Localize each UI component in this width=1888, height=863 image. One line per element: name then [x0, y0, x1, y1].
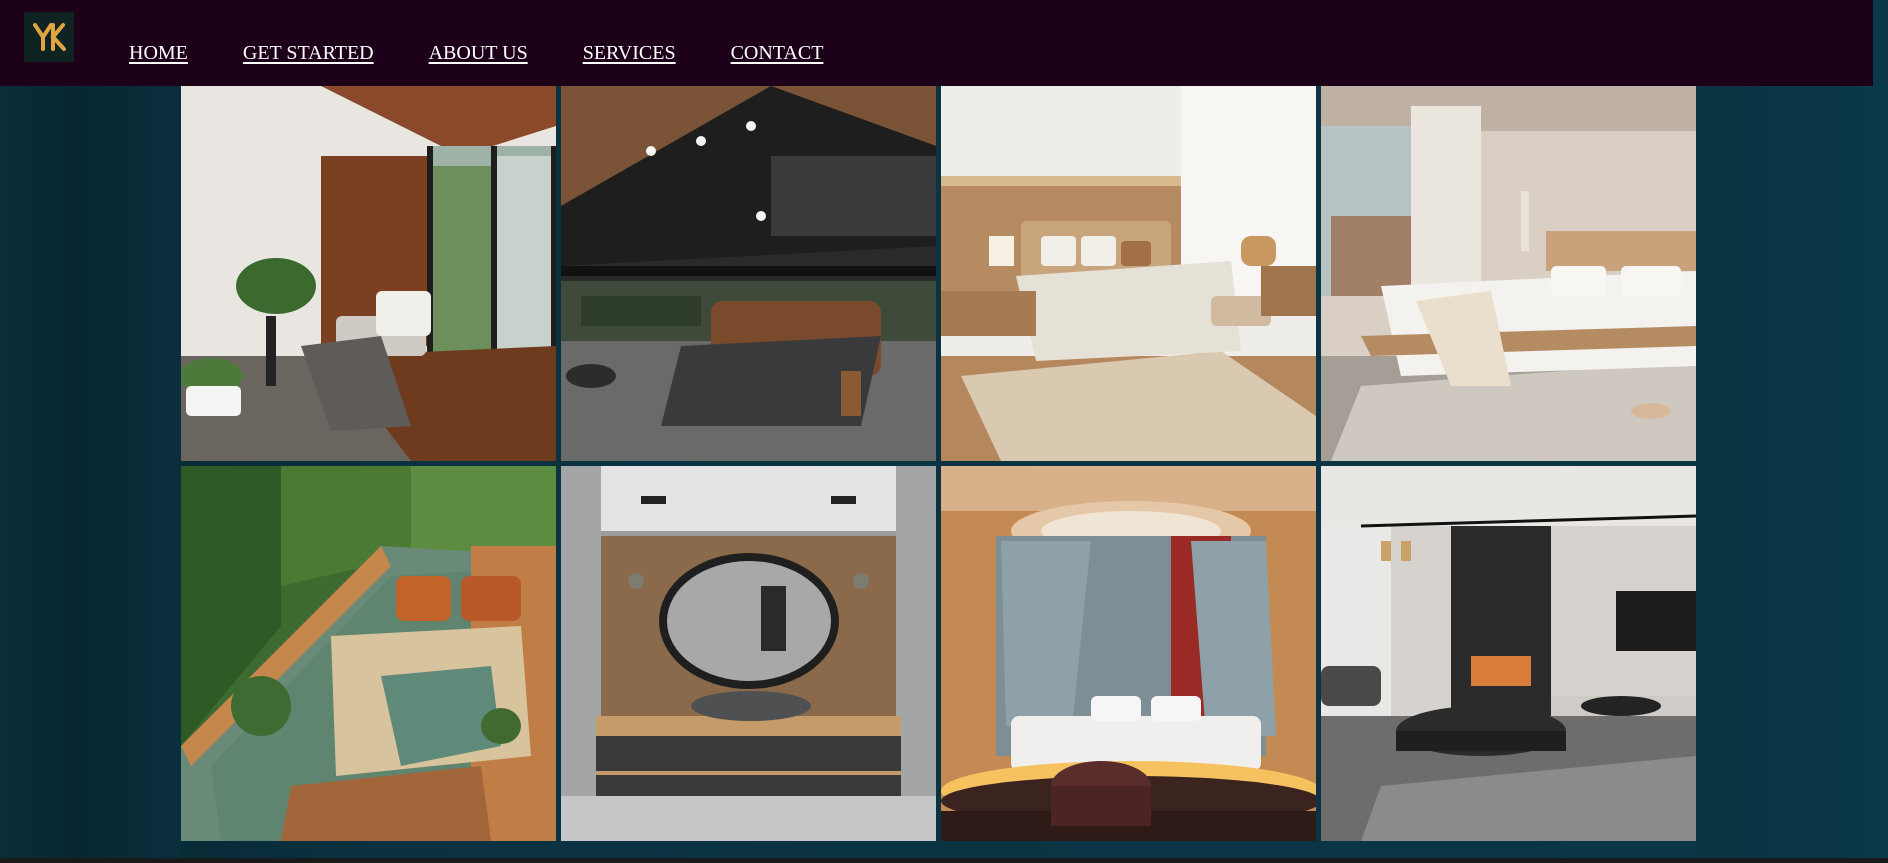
gallery-tile-canopy-bed[interactable] — [941, 466, 1316, 841]
top-navbar: HOME GET STARTED ABOUT US SERVICES CONTA… — [0, 0, 1873, 86]
gallery-tile-dark-loft[interactable] — [561, 86, 936, 461]
window-seat-image — [181, 86, 556, 461]
main-nav: HOME GET STARTED ABOUT US SERVICES CONTA… — [129, 43, 878, 63]
yk-monogram-icon — [33, 23, 66, 51]
next-row-peek — [0, 858, 1888, 863]
image-gallery — [181, 86, 1697, 841]
gallery-tile-green-daybed[interactable] — [181, 466, 556, 841]
dark-loft-image — [561, 86, 936, 461]
gallery-tile-bathroom[interactable] — [561, 466, 936, 841]
beige-bedroom-image — [941, 86, 1316, 461]
gallery-tile-window-seat[interactable] — [181, 86, 556, 461]
minimal-bedroom-image — [1321, 86, 1696, 461]
nav-link-services[interactable]: SERVICES — [583, 43, 676, 63]
bathroom-image — [561, 466, 936, 841]
green-daybed-image — [181, 466, 556, 841]
living-room-image — [1321, 466, 1696, 841]
page: HOME GET STARTED ABOUT US SERVICES CONTA… — [0, 0, 1888, 863]
nav-link-contact[interactable]: CONTACT — [731, 43, 824, 63]
page-background-left — [0, 86, 181, 863]
gallery-tile-minimal-bedroom[interactable] — [1321, 86, 1696, 461]
nav-link-get-started[interactable]: GET STARTED — [243, 43, 374, 63]
gallery-tile-beige-bedroom[interactable] — [941, 86, 1316, 461]
page-background-right — [1697, 86, 1888, 863]
canopy-bed-image — [941, 466, 1316, 841]
logo[interactable] — [24, 12, 74, 62]
nav-link-about-us[interactable]: ABOUT US — [429, 43, 528, 63]
nav-link-home[interactable]: HOME — [129, 43, 188, 63]
gallery-tile-living-room[interactable] — [1321, 466, 1696, 841]
